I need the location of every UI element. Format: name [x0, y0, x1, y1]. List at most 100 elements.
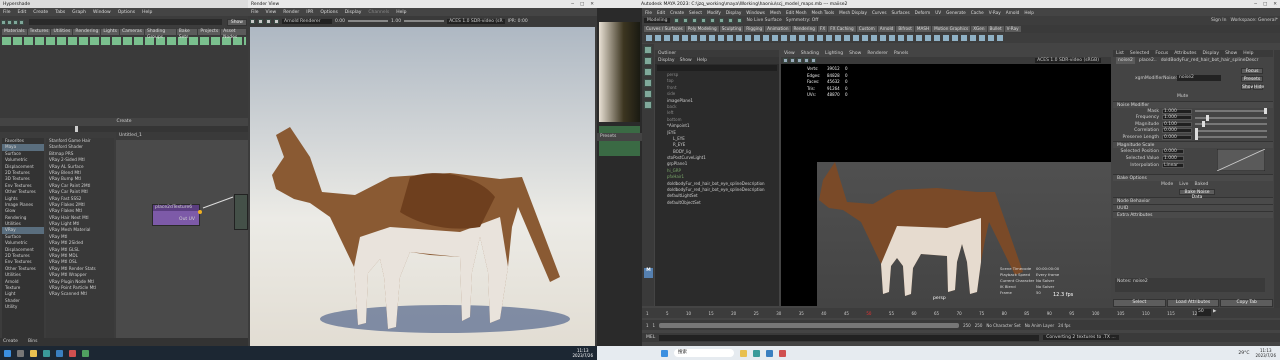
exposure-slider[interactable] — [348, 20, 389, 22]
menu-generate[interactable]: Generate — [946, 10, 966, 15]
attr-field[interactable]: 0.000 — [1162, 134, 1192, 140]
wireframe-icon[interactable] — [797, 58, 802, 63]
tab-shading-groups[interactable]: Shading Groups — [144, 29, 176, 40]
panel-menu-lighting[interactable]: Lighting — [825, 50, 843, 57]
attr-slider[interactable] — [1195, 121, 1267, 128]
tool-icon[interactable] — [683, 18, 689, 23]
texture-icon[interactable] — [811, 58, 816, 63]
select-tool-icon[interactable] — [644, 46, 652, 54]
tab-utilities[interactable]: Utilities — [51, 29, 73, 35]
exposure-value[interactable]: 0.00 — [335, 19, 345, 24]
bake-noise-button[interactable]: Bake Noise Data — [1179, 188, 1215, 200]
edge-icon[interactable] — [766, 349, 773, 357]
close-icon[interactable]: ✕ — [590, 2, 594, 7]
attr-field[interactable]: 1.000 — [1162, 115, 1192, 121]
shelf-tab[interactable]: Sculpting — [719, 26, 744, 32]
maya-icon[interactable] — [43, 349, 50, 357]
char-set-select[interactable]: No Character Set — [986, 323, 1020, 328]
renderer-select[interactable]: Arnold Renderer — [282, 18, 332, 24]
range-anim-start[interactable]: 1 — [653, 323, 656, 328]
menu-mesh-display[interactable]: Mesh Display — [839, 10, 867, 15]
lasso-tool-icon[interactable] — [644, 57, 652, 65]
search-field[interactable] — [29, 19, 222, 25]
ae-focus-button[interactable]: Focus — [1241, 68, 1263, 74]
scale-tool-icon[interactable] — [644, 101, 652, 109]
shelf-tab[interactable]: MASH — [914, 26, 932, 32]
menu-mesh[interactable]: Mesh — [770, 10, 781, 15]
menu-uv[interactable]: UV — [935, 10, 941, 15]
windows-icon[interactable] — [661, 349, 668, 357]
attr-slider[interactable] — [1195, 134, 1267, 141]
mode-select[interactable]: Modeling — [644, 18, 671, 23]
explorer-icon[interactable] — [30, 349, 37, 357]
shelf-tab[interactable]: XGen — [971, 26, 987, 32]
tool-icon[interactable] — [701, 18, 707, 23]
panel-menu-view[interactable]: View — [784, 50, 795, 57]
attr-field[interactable]: 0.100 — [1162, 121, 1192, 127]
section-magnitude-scale[interactable]: Magnitude Scale — [1113, 140, 1273, 148]
menu-create[interactable]: Create — [670, 10, 684, 15]
tool-icon[interactable] — [13, 19, 18, 25]
tab-materials[interactable]: Materials — [2, 29, 27, 35]
menu-file[interactable]: File — [645, 10, 652, 15]
tab-textures[interactable]: Textures — [27, 29, 51, 35]
ae-menu[interactable]: Selected — [1130, 50, 1150, 57]
panel-menu-renderer[interactable]: Renderer — [867, 50, 888, 57]
shelf-tab[interactable]: Poly Modeling — [685, 26, 719, 32]
tool-icon[interactable] — [728, 18, 734, 23]
menu-window[interactable]: Window — [93, 10, 111, 15]
node-graph[interactable]: Untitled_1 place2dTexture6 Out UV — [116, 132, 248, 338]
node-item[interactable]: VRay Scanned Mtl — [46, 291, 114, 297]
menu-surfaces[interactable]: Surfaces — [892, 10, 910, 15]
tool-icon[interactable] — [710, 18, 716, 23]
menu-help[interactable]: Help — [142, 10, 152, 15]
current-frame-field[interactable]: 50 — [1197, 309, 1211, 316]
gamma-slider[interactable] — [404, 20, 445, 22]
menu-cache[interactable]: Cache — [971, 10, 984, 15]
section-extra-attributes[interactable]: Extra Attributes — [1113, 210, 1273, 218]
tab-rendering[interactable]: Rendering — [73, 29, 101, 35]
outliner-search[interactable] — [657, 65, 777, 71]
maximize-icon[interactable]: □ — [580, 2, 584, 7]
shelf-tab[interactable]: Custom — [856, 26, 877, 32]
attr-slider[interactable] — [1195, 114, 1267, 121]
shelf-tab[interactable]: FX — [817, 26, 828, 32]
no-live-surface[interactable]: No Live Surface — [746, 18, 781, 23]
ae-hide-button[interactable]: Hide — [1253, 84, 1264, 90]
shelf-tab[interactable]: Arnold — [877, 26, 896, 32]
target-node[interactable] — [234, 194, 248, 230]
bottom-create[interactable]: Create — [3, 338, 18, 346]
section-uuid[interactable]: UUID — [1113, 203, 1273, 211]
ae-node-name[interactable]: noise2 — [1177, 75, 1221, 81]
maximize-icon[interactable]: □ — [1263, 2, 1267, 7]
snapshot-icon[interactable] — [266, 18, 271, 24]
windows-icon[interactable] — [4, 349, 11, 357]
menu-modify[interactable]: Modify — [707, 10, 721, 15]
menu-mesh-tools[interactable]: Mesh Tools — [812, 10, 835, 15]
app-icon[interactable] — [779, 349, 786, 357]
tab-projects[interactable]: Projects — [198, 29, 221, 35]
range-bar[interactable] — [659, 322, 960, 328]
app-icon[interactable] — [82, 349, 89, 357]
attr-field[interactable]: 1.000 — [1162, 156, 1184, 162]
command-input[interactable] — [659, 334, 1040, 341]
category-item[interactable]: Utility — [2, 304, 44, 310]
play-icon[interactable]: ▶ — [1213, 309, 1216, 316]
ae-copy-tab-button[interactable]: Copy Tab — [1220, 299, 1274, 307]
attr-slider[interactable] — [1195, 127, 1267, 134]
attr-field[interactable]: 1.000 — [1162, 108, 1192, 114]
grid-icon[interactable] — [790, 58, 795, 63]
menu-vray[interactable]: V-Ray — [989, 10, 1001, 15]
menu-channels[interactable]: Channels — [368, 10, 389, 15]
tool-icon[interactable] — [7, 19, 12, 25]
ae-menu[interactable]: Show — [1225, 50, 1237, 57]
shelf-tab[interactable]: Bullet — [987, 26, 1004, 32]
ae-menu[interactable]: Focus — [1155, 50, 1168, 57]
menu-options[interactable]: Options — [320, 10, 337, 15]
anim-layer-select[interactable]: No Anim Layer — [1025, 323, 1054, 328]
menu-edit-mesh[interactable]: Edit Mesh — [786, 10, 806, 15]
ae-node-tab[interactable]: place2.. — [1139, 57, 1157, 64]
close-icon[interactable]: ✕ — [1273, 2, 1277, 7]
menu-file[interactable]: File — [251, 10, 259, 15]
menu-help[interactable]: Help — [396, 10, 406, 15]
